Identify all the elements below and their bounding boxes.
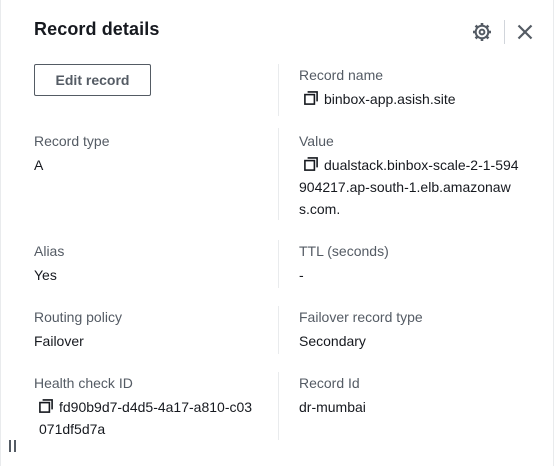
record-name-text: binbox-app.asish.site bbox=[324, 91, 456, 107]
record-type-label: Record type bbox=[34, 133, 110, 149]
resize-handle[interactable] bbox=[9, 440, 17, 452]
header-divider bbox=[504, 20, 505, 44]
health-check-id-text: fd90b9d7-d4d5-4a17-a810-c03071df5d7a bbox=[39, 399, 253, 437]
value-value: dualstack.binbox-scale-2-1-594904217.ap-… bbox=[299, 154, 521, 220]
copy-icon[interactable] bbox=[39, 399, 53, 413]
gear-icon[interactable] bbox=[472, 22, 492, 42]
value-text: dualstack.binbox-scale-2-1-594904217.ap-… bbox=[299, 157, 519, 217]
edit-record-button[interactable]: Edit record bbox=[34, 64, 151, 96]
record-id-label: Record Id bbox=[299, 375, 360, 391]
ttl-value: - bbox=[299, 267, 304, 283]
health-check-id-label: Health check ID bbox=[34, 375, 133, 391]
value-label: Value bbox=[299, 133, 334, 149]
panel-title: Record details bbox=[34, 19, 160, 39]
record-type-value: A bbox=[34, 157, 44, 173]
copy-icon[interactable] bbox=[304, 91, 318, 105]
record-name-value: binbox-app.asish.site bbox=[304, 88, 456, 110]
copy-icon[interactable] bbox=[304, 157, 318, 171]
routing-policy-label: Routing policy bbox=[34, 309, 122, 325]
record-details-panel: Record details Edit record Record type A… bbox=[0, 0, 554, 466]
record-name-label: Record name bbox=[299, 67, 384, 83]
column-divider bbox=[278, 240, 279, 288]
close-icon[interactable] bbox=[515, 22, 535, 42]
alias-label: Alias bbox=[34, 243, 65, 259]
ttl-label: TTL (seconds) bbox=[299, 243, 389, 259]
failover-record-type-label: Failover record type bbox=[299, 309, 423, 325]
column-divider bbox=[278, 64, 279, 116]
alias-value: Yes bbox=[34, 267, 57, 283]
record-id-value: dr-mumbai bbox=[299, 399, 366, 415]
column-divider bbox=[278, 128, 279, 220]
routing-policy-value: Failover bbox=[34, 333, 84, 349]
column-divider bbox=[278, 306, 279, 354]
health-check-id-value: fd90b9d7-d4d5-4a17-a810-c03071df5d7a bbox=[39, 396, 259, 440]
failover-record-type-value: Secondary bbox=[299, 333, 366, 349]
column-divider bbox=[278, 372, 279, 440]
